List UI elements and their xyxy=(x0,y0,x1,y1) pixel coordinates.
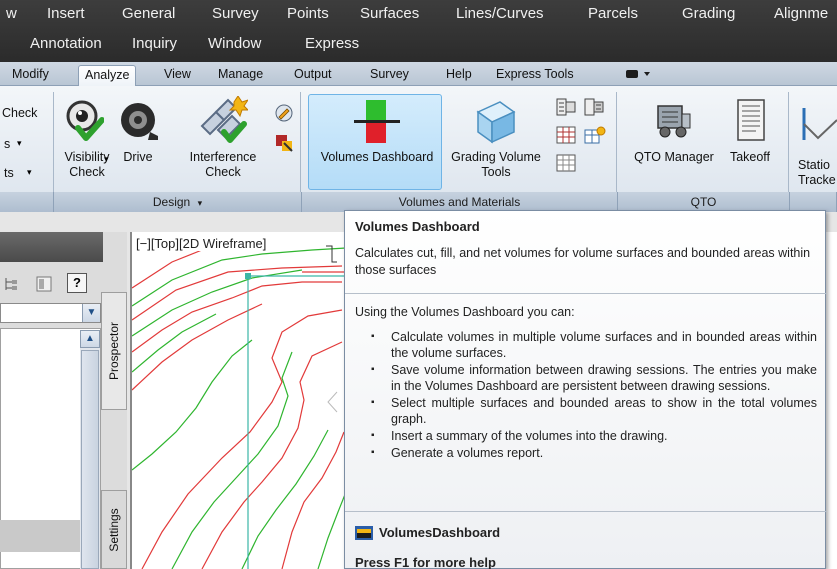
tab-prospector-label: Prospector xyxy=(107,321,121,381)
palette-tree-icon[interactable] xyxy=(4,276,18,295)
menu-item-parcels[interactable]: Parcels xyxy=(588,5,638,22)
menu-item-w[interactable]: w xyxy=(6,5,17,22)
panel-footer-design[interactable]: Design ▾ xyxy=(54,192,302,212)
volumes-dashboard-button[interactable]: Volumes Dashboard xyxy=(308,94,442,190)
interference-check-label[interactable]: Interference Check xyxy=(178,150,268,180)
tooltip-intro: Using the Volumes Dashboard you can: xyxy=(355,305,575,319)
takeoff-icon[interactable] xyxy=(736,98,766,145)
panel-footer-right xyxy=(790,192,837,212)
menu-item-annotation[interactable]: Annotation xyxy=(30,35,102,52)
tab-view[interactable]: View xyxy=(158,65,197,86)
palette-status-strip xyxy=(0,520,80,552)
menu-item-grading[interactable]: Grading xyxy=(682,5,735,22)
menu-item-insert[interactable]: Insert xyxy=(47,5,85,22)
command-name: VolumesDashboard xyxy=(379,525,501,540)
menu-item-inquiry[interactable]: Inquiry xyxy=(132,35,177,52)
list-item: Save volume information between drawing … xyxy=(355,362,817,394)
help-icon[interactable]: ? xyxy=(67,273,87,293)
menu-row-1: w Insert General Survey Points Surfaces … xyxy=(0,5,837,29)
menu-item-survey[interactable]: Survey xyxy=(212,5,259,22)
eye-check-icon[interactable] xyxy=(64,98,105,145)
grid-table-icon[interactable] xyxy=(556,126,576,147)
tooltip-help-hint: Press F1 for more help xyxy=(355,555,496,569)
chevron-down-icon: ▼ xyxy=(82,304,100,322)
menu-item-express[interactable]: Express xyxy=(305,35,359,52)
grid-settings-icon[interactable] xyxy=(584,126,606,147)
takeoff-label[interactable]: Takeoff xyxy=(718,150,782,165)
interference-check-icon[interactable] xyxy=(198,95,250,147)
tooltip-description: Calculates cut, fill, and net volumes fo… xyxy=(355,246,811,277)
chevron-up-icon[interactable]: ▲ xyxy=(80,330,100,348)
list-item: Generate a volumes report. xyxy=(355,445,817,461)
tooltip-feature-list: Calculate volumes in multiple volume sur… xyxy=(355,329,817,462)
panel-footer-qto: QTO xyxy=(618,192,790,212)
chevron-down-icon: ▾ xyxy=(27,167,32,177)
viewport-controls-label[interactable]: [−][Top][2D Wireframe] xyxy=(136,236,267,251)
list-item: Insert a summary of the volumes into the… xyxy=(355,428,817,444)
menu-item-points[interactable]: Points xyxy=(287,5,329,22)
palette-dropdown[interactable]: ▼ xyxy=(0,303,101,323)
tab-settings-label: Settings xyxy=(107,507,121,552)
qto-manager-label[interactable]: QTO Manager xyxy=(626,150,722,165)
tooltip-divider xyxy=(345,293,827,294)
tab-analyze[interactable]: Analyze xyxy=(78,65,137,86)
grid-icon[interactable] xyxy=(556,154,576,175)
menu-item-window[interactable]: Window xyxy=(208,35,261,52)
qto-manager-icon[interactable] xyxy=(654,100,694,143)
tab-manage[interactable]: Manage xyxy=(212,65,269,86)
grading-volume-tools-icon[interactable] xyxy=(474,100,516,147)
panel-volumes-label: Volumes and Materials xyxy=(398,195,521,209)
chevron-down-icon: ▾ xyxy=(197,198,203,208)
volumes-dashboard-icon xyxy=(354,100,400,147)
station-tracker-icon[interactable] xyxy=(798,104,837,147)
list-item: Select multiple surfaces and bounded are… xyxy=(355,395,817,427)
menu-bar: w Insert General Survey Points Surfaces … xyxy=(0,0,837,62)
tab-express-tools[interactable]: Express Tools xyxy=(490,65,580,86)
tab-prospector[interactable]: Prospector xyxy=(101,292,127,410)
tooltip-divider xyxy=(345,511,827,512)
chevron-down-icon[interactable]: ▾ xyxy=(104,154,109,165)
workspace-dropdown-icon[interactable] xyxy=(624,67,654,81)
panel-footer-left xyxy=(0,192,54,212)
tooltip-command: VolumesDashboard xyxy=(355,525,500,540)
scrollbar-thumb[interactable] xyxy=(81,350,99,569)
help-glyph: ? xyxy=(73,275,81,290)
volumes-dashboard-label: Volumes Dashboard xyxy=(320,150,434,164)
tab-modify[interactable]: Modify xyxy=(6,65,55,86)
menu-item-alignments[interactable]: Alignme xyxy=(774,5,828,22)
menu-item-general[interactable]: General xyxy=(122,5,175,22)
menu-row-2: Annotation Inquiry Window Express xyxy=(0,35,837,59)
table-report-alt-icon[interactable] xyxy=(584,98,604,119)
list-item: Calculate volumes in multiple volume sur… xyxy=(355,329,817,361)
tab-help[interactable]: Help xyxy=(440,65,478,86)
chevron-down-icon: ▾ xyxy=(17,138,22,148)
drive-label[interactable]: Drive xyxy=(118,150,158,165)
object-viewer-icon[interactable] xyxy=(274,133,294,156)
command-icon xyxy=(355,525,373,540)
grading-volume-tools-label[interactable]: Grading Volume Tools xyxy=(444,150,548,180)
ribbon-tab-bar: Modify Analyze View Manage Output Survey… xyxy=(0,62,837,86)
app-window: w Insert General Survey Points Surfaces … xyxy=(0,0,837,569)
palette-scrollbar[interactable]: ▲ xyxy=(80,330,100,569)
partial-label-ts[interactable]: ts xyxy=(4,166,14,181)
partial-label-s[interactable]: s xyxy=(4,137,10,152)
pencil-circle-icon[interactable] xyxy=(274,103,294,126)
panel-footer-volumes: Volumes and Materials xyxy=(302,192,618,212)
table-report-icon[interactable] xyxy=(556,98,576,119)
menu-item-surfaces[interactable]: Surfaces xyxy=(360,5,419,22)
partial-label-check[interactable]: Check xyxy=(2,106,37,121)
station-tracker-label[interactable]: Statio Tracke xyxy=(798,158,837,188)
tooltip-title: Volumes Dashboard xyxy=(355,219,480,234)
menu-item-lines-curves[interactable]: Lines/Curves xyxy=(456,5,544,22)
volumes-dashboard-tooltip: Volumes Dashboard Calculates cut, fill, … xyxy=(344,210,827,569)
drive-icon[interactable] xyxy=(118,100,158,143)
tab-survey[interactable]: Survey xyxy=(364,65,415,86)
tab-output[interactable]: Output xyxy=(288,65,338,86)
tab-settings[interactable]: Settings xyxy=(101,490,127,569)
palette-title-bar[interactable] xyxy=(0,232,103,262)
panel-design-label: Design xyxy=(152,195,191,209)
panel-qto-label: QTO xyxy=(690,195,717,209)
palette-list-icon[interactable] xyxy=(36,276,52,295)
